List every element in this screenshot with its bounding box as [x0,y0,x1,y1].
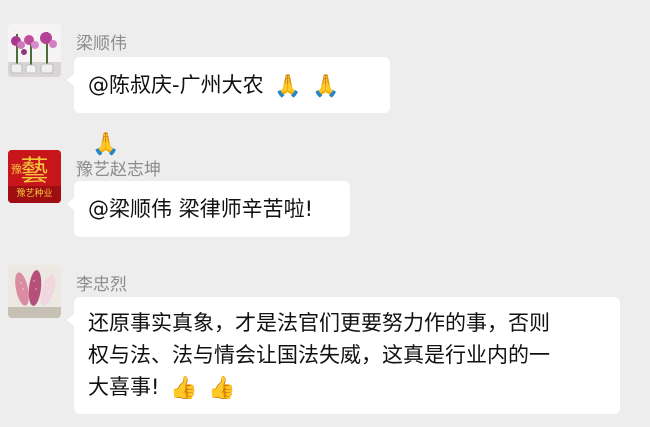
sender-name: 李忠烈 [76,275,127,295]
orchid-photo [8,24,61,77]
message-bubble[interactable]: @梁顺伟 梁律师辛苦啦! [67,181,350,237]
thumbs-up-icon: 👍 [208,376,236,401]
message-bubble[interactable]: @陈叔庆-广州大农 🙏 🙏 🙏 [67,57,390,157]
sender-name: 豫艺赵志坤 [76,160,161,180]
sender-name: 梁顺伟 [76,34,127,54]
message-text: 大喜事! [88,375,160,399]
message-bubble[interactable]: 还原事实真象，才是法官们更要努力作的事，否则 权与法、法与情会让国法失威，这真是… [67,297,620,414]
corn-photo [8,265,61,318]
pray-icon: 🙏 [312,74,340,99]
logo-caption: 豫艺种业 [16,189,53,199]
pray-icon: 🙏 [274,74,302,99]
avatar[interactable] [8,265,61,318]
message-text-line: 大喜事! 👍 👍 [88,371,606,405]
message-text-line: 还原事实真象，才是法官们更要努力作的事，否则 [88,311,550,335]
message-text: @陈叔庆-广州大农 [88,73,264,97]
message-text-line: 权与法、法与情会让国法失威，这真是行业内的一 [88,343,550,367]
logo-side-glyph: 豫 [11,163,22,176]
message-text: @梁顺伟 梁律师辛苦啦! [88,197,314,221]
avatar[interactable] [8,24,61,77]
thumbs-up-icon: 👍 [170,376,198,401]
avatar[interactable]: 藝 豫 豫艺种业 [8,150,61,203]
